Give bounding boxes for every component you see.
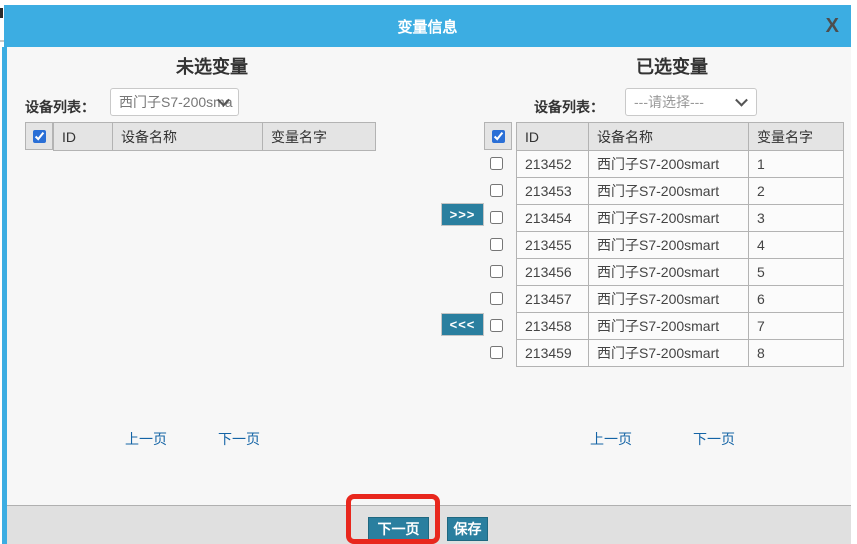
cell-id: 213456 bbox=[517, 259, 589, 286]
footer-next-page-button[interactable]: 下一页 bbox=[368, 517, 429, 541]
dialog-footer: 下一页 保存 bbox=[4, 505, 851, 544]
column-header-var-name: 变量名字 bbox=[263, 123, 376, 151]
selected-table: ID 设备名称 变量名字 213452 西门子S7-200smart 1 213… bbox=[484, 122, 844, 367]
unselected-table: ID 设备名称 变量名字 bbox=[25, 122, 376, 151]
row-checkbox[interactable] bbox=[490, 319, 503, 332]
column-header-var-name: 变量名字 bbox=[749, 123, 844, 151]
table-row: 213455 西门子S7-200smart 4 bbox=[517, 232, 844, 259]
pagination-right: 上一页 下一页 bbox=[590, 429, 735, 449]
column-header-id: ID bbox=[54, 123, 113, 151]
row-checkbox-cell bbox=[484, 258, 508, 285]
cell-device-name: 西门子S7-200smart bbox=[589, 232, 749, 259]
cell-id: 213459 bbox=[517, 340, 589, 367]
device-dropdown-left-value: 西门子S7-200sma bbox=[119, 94, 233, 110]
row-checkbox-cell bbox=[484, 312, 508, 339]
row-checkbox-cell bbox=[484, 150, 508, 177]
cell-id: 213453 bbox=[517, 178, 589, 205]
cell-var-name: 7 bbox=[749, 313, 844, 340]
cell-device-name: 西门子S7-200smart bbox=[589, 259, 749, 286]
cell-id: 213454 bbox=[517, 205, 589, 232]
cell-var-name: 8 bbox=[749, 340, 844, 367]
row-checkbox[interactable] bbox=[490, 265, 503, 278]
selected-table-grid: ID 设备名称 变量名字 213452 西门子S7-200smart 1 213… bbox=[516, 122, 844, 367]
select-all-checkbox-left[interactable] bbox=[33, 130, 46, 143]
select-all-checkbox-right[interactable] bbox=[492, 130, 505, 143]
cell-var-name: 3 bbox=[749, 205, 844, 232]
cell-device-name: 西门子S7-200smart bbox=[589, 205, 749, 232]
prev-page-link-right[interactable]: 上一页 bbox=[590, 429, 632, 449]
device-dropdown-right-value: ---请选择--- bbox=[634, 94, 704, 110]
row-checkbox-cell bbox=[484, 339, 508, 366]
cell-id: 213455 bbox=[517, 232, 589, 259]
device-dropdown-left[interactable]: 西门子S7-200sma bbox=[110, 88, 239, 116]
row-checkbox[interactable] bbox=[490, 346, 503, 359]
selected-table-body: 213452 西门子S7-200smart 1 213453 西门子S7-200… bbox=[517, 151, 844, 367]
cell-device-name: 西门子S7-200smart bbox=[589, 286, 749, 313]
next-page-link-left[interactable]: 下一页 bbox=[218, 429, 260, 449]
cell-id: 213457 bbox=[517, 286, 589, 313]
pagination-left: 上一页 下一页 bbox=[125, 429, 260, 449]
cell-id: 213452 bbox=[517, 151, 589, 178]
left-accent-strip bbox=[2, 47, 7, 544]
variable-info-dialog: 变量信息 X 未选变量 设备列表： 西门子S7-200sma ID 设备名称 变… bbox=[4, 5, 851, 544]
row-checkbox[interactable] bbox=[490, 238, 503, 251]
row-checkbox-cell bbox=[484, 177, 508, 204]
cell-device-name: 西门子S7-200smart bbox=[589, 313, 749, 340]
selected-panel-heading: 已选变量 bbox=[582, 53, 762, 79]
row-checkbox[interactable] bbox=[490, 157, 503, 170]
select-all-cell-right bbox=[484, 122, 512, 150]
close-icon[interactable]: X bbox=[826, 14, 839, 38]
cell-var-name: 1 bbox=[749, 151, 844, 178]
table-header-row: ID 设备名称 变量名字 bbox=[517, 123, 844, 151]
row-checkbox-cell bbox=[484, 231, 508, 258]
background-fragment bbox=[0, 8, 3, 18]
save-button[interactable]: 保存 bbox=[447, 517, 488, 541]
table-row: 213456 西门子S7-200smart 5 bbox=[517, 259, 844, 286]
move-right-button[interactable]: >>> bbox=[441, 203, 484, 226]
cell-id: 213458 bbox=[517, 313, 589, 340]
device-list-label-right: 设备列表： bbox=[534, 97, 604, 117]
dialog-titlebar: 变量信息 X bbox=[4, 5, 851, 47]
row-checkbox[interactable] bbox=[490, 184, 503, 197]
row-checkbox-cell bbox=[484, 204, 508, 231]
column-header-id: ID bbox=[517, 123, 589, 151]
cell-var-name: 6 bbox=[749, 286, 844, 313]
table-row: 213452 西门子S7-200smart 1 bbox=[517, 151, 844, 178]
cell-var-name: 4 bbox=[749, 232, 844, 259]
table-row: 213457 西门子S7-200smart 6 bbox=[517, 286, 844, 313]
table-row: 213453 西门子S7-200smart 2 bbox=[517, 178, 844, 205]
table-row: 213454 西门子S7-200smart 3 bbox=[517, 205, 844, 232]
page-background: 变量信息 X 未选变量 设备列表： 西门子S7-200sma ID 设备名称 变… bbox=[0, 0, 857, 544]
table-header-row: ID 设备名称 变量名字 bbox=[54, 123, 376, 151]
selected-checkbox-column bbox=[484, 122, 512, 367]
move-left-button[interactable]: <<< bbox=[441, 313, 484, 336]
row-checkbox[interactable] bbox=[490, 292, 503, 305]
cell-var-name: 5 bbox=[749, 259, 844, 286]
select-all-cell-left bbox=[25, 122, 53, 150]
next-page-link-right[interactable]: 下一页 bbox=[693, 429, 735, 449]
table-row: 213458 西门子S7-200smart 7 bbox=[517, 313, 844, 340]
dialog-title: 变量信息 bbox=[397, 16, 457, 37]
cell-device-name: 西门子S7-200smart bbox=[589, 151, 749, 178]
prev-page-link-left[interactable]: 上一页 bbox=[125, 429, 167, 449]
row-checkbox[interactable] bbox=[490, 211, 503, 224]
cell-device-name: 西门子S7-200smart bbox=[589, 340, 749, 367]
device-dropdown-right[interactable]: ---请选择--- bbox=[625, 88, 757, 116]
column-header-device-name: 设备名称 bbox=[589, 123, 749, 151]
table-row: 213459 西门子S7-200smart 8 bbox=[517, 340, 844, 367]
device-list-label-left: 设备列表： bbox=[25, 97, 95, 117]
cell-var-name: 2 bbox=[749, 178, 844, 205]
unselected-table-grid: ID 设备名称 变量名字 bbox=[53, 122, 376, 151]
row-checkbox-cell bbox=[484, 285, 508, 312]
cell-device-name: 西门子S7-200smart bbox=[589, 178, 749, 205]
column-header-device-name: 设备名称 bbox=[113, 123, 263, 151]
unselected-panel-heading: 未选变量 bbox=[122, 53, 302, 79]
